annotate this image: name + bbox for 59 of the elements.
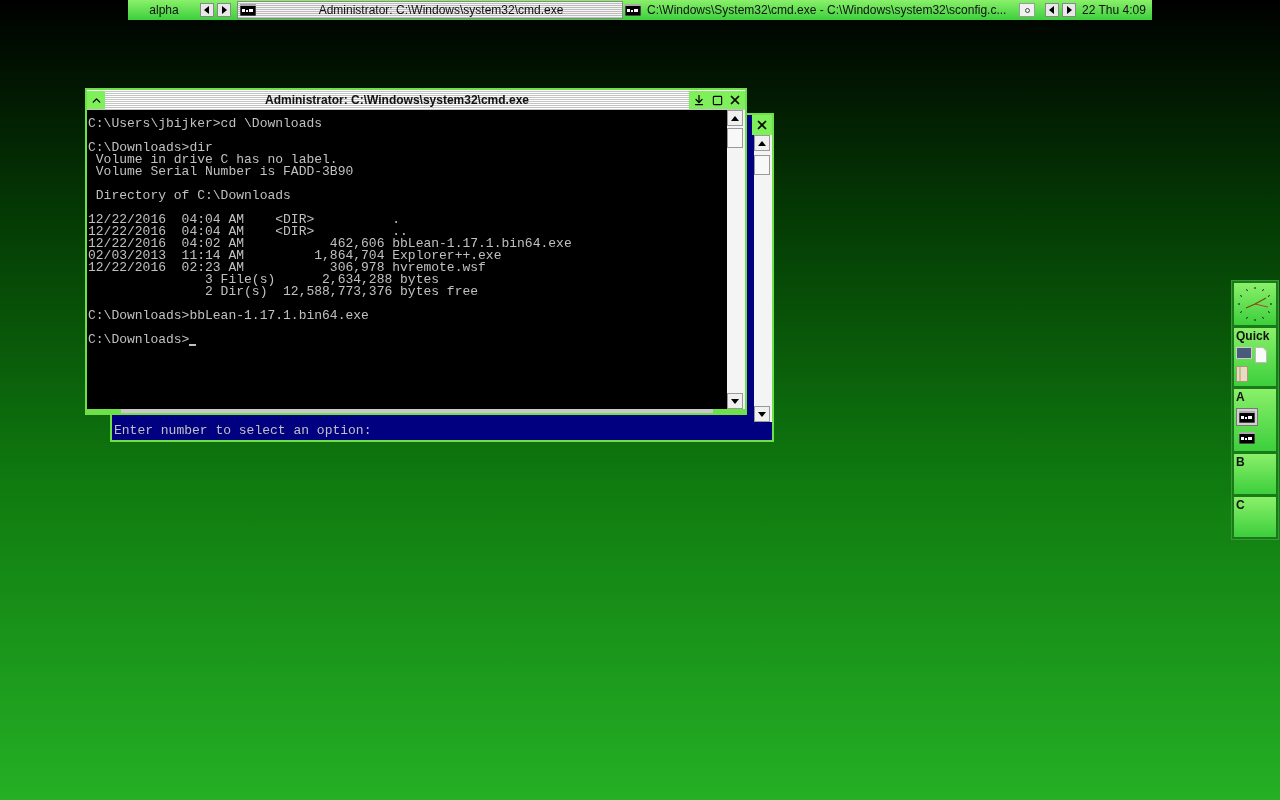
console-line: 12/22/2016 04:02 AM 462,606 bbLean-1.17.1.bin64.exe bbox=[88, 238, 572, 250]
console-line: Directory of C:\Downloads bbox=[94, 190, 291, 202]
close-button[interactable] bbox=[752, 115, 772, 135]
close-icon bbox=[755, 118, 769, 132]
panel-label: Quick bbox=[1236, 329, 1271, 343]
console-line: C:\Downloads>dir bbox=[88, 142, 213, 154]
prompt-text: Enter number to select an option: bbox=[113, 422, 373, 441]
clock-text[interactable]: 22 Thu 4:09 bbox=[1082, 1, 1146, 19]
panel-label: C bbox=[1236, 498, 1246, 512]
console-line: 12/22/2016 04:04 AM <DIR> .. bbox=[88, 226, 408, 238]
up-triangle-icon bbox=[731, 115, 739, 121]
console-icon[interactable] bbox=[1236, 408, 1258, 426]
minimize-icon bbox=[693, 94, 705, 106]
right-triangle-icon bbox=[221, 6, 227, 14]
scroll-thumb[interactable] bbox=[727, 128, 743, 148]
circle-icon bbox=[1024, 7, 1030, 13]
scroll-up-button[interactable] bbox=[754, 135, 770, 151]
down-triangle-icon bbox=[758, 411, 766, 417]
previous-button[interactable] bbox=[1045, 3, 1059, 17]
console-line: 3 File(s) 2,634,288 bytes bbox=[204, 274, 440, 286]
console-line: 02/03/2013 11:14 AM 1,864,704 Explorer++.exe bbox=[88, 250, 502, 262]
panel-label: B bbox=[1236, 455, 1246, 469]
next-button[interactable] bbox=[217, 3, 231, 17]
console-line: 12/22/2016 02:23 AM 306,978 hvremote.wsf bbox=[88, 262, 486, 274]
scroll-down-button[interactable] bbox=[754, 406, 770, 422]
scrollbar[interactable] bbox=[754, 135, 772, 422]
monitor-icon[interactable] bbox=[1236, 347, 1252, 359]
down-triangle-icon bbox=[731, 398, 739, 404]
console-icon bbox=[625, 4, 641, 16]
text-cursor bbox=[189, 344, 197, 346]
console-line: C:\Users\jbijker>cd \Downloads bbox=[88, 118, 323, 130]
scroll-up-button[interactable] bbox=[727, 110, 743, 126]
console-icon bbox=[240, 4, 256, 16]
console-line: 12/22/2016 04:04 AM <DIR> . bbox=[88, 214, 401, 226]
up-triangle-icon bbox=[758, 140, 766, 146]
right-triangle-icon bbox=[1066, 6, 1072, 14]
left-triangle-icon bbox=[204, 6, 210, 14]
next-button[interactable] bbox=[1062, 3, 1076, 17]
workspace-label[interactable]: alpha bbox=[128, 1, 200, 19]
left-triangle-icon bbox=[1049, 6, 1055, 14]
console-line: Volume in drive C has no label. bbox=[94, 154, 338, 166]
console-line: C:\Downloads> bbox=[88, 334, 190, 346]
scrollbar[interactable] bbox=[727, 110, 745, 409]
shade-button[interactable] bbox=[87, 91, 105, 109]
task-title: Administrator: C:\Windows\system32\cmd.exe bbox=[317, 2, 565, 19]
window-title: Administrator: C:\Windows\system32\cmd.exe bbox=[264, 92, 530, 109]
console-line: C:\Downloads>bbLean-1.17.1.bin64.exe bbox=[88, 310, 369, 322]
panel-label: A bbox=[1236, 390, 1246, 404]
console-line: 2 Dir(s) 12,588,773,376 bytes free bbox=[204, 286, 479, 298]
tray-button[interactable] bbox=[1019, 3, 1035, 17]
maximize-icon bbox=[711, 94, 723, 106]
scroll-thumb[interactable] bbox=[754, 155, 770, 175]
previous-button[interactable] bbox=[200, 3, 214, 17]
resize-grip[interactable] bbox=[87, 409, 745, 413]
console-icon[interactable] bbox=[1236, 429, 1258, 447]
console-line: Volume Serial Number is FADD-3B90 bbox=[94, 166, 354, 178]
scroll-down-button[interactable] bbox=[727, 393, 743, 409]
taskbar-task[interactable]: Administrator: C:\Windows\system32\cmd.exe bbox=[237, 1, 623, 19]
close-icon bbox=[728, 93, 742, 107]
